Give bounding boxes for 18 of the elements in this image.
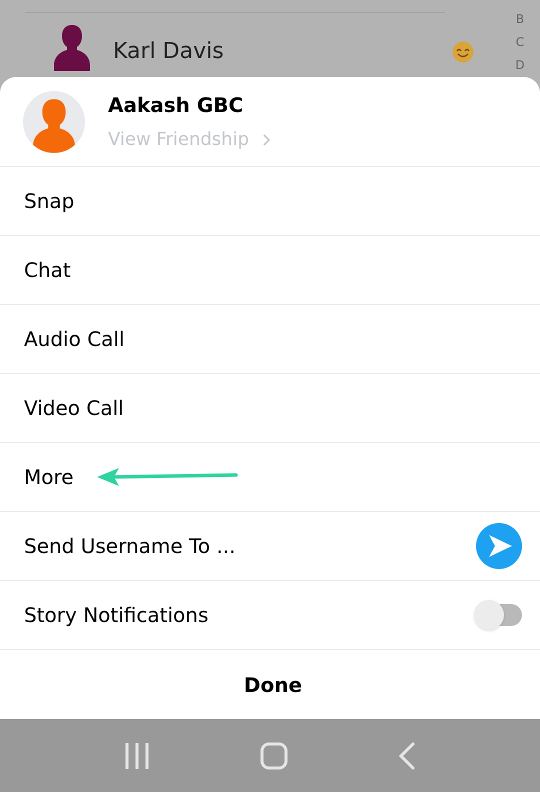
menu-item[interactable]: Video Call [24, 393, 124, 423]
person-icon [33, 98, 75, 152]
profile-name: Aakash GBC [108, 92, 244, 119]
menu-item[interactable]: Audio Call [24, 324, 125, 354]
recent-apps-icon[interactable] [125, 742, 150, 768]
chevron-icon [263, 134, 270, 146]
home-icon[interactable] [260, 742, 288, 770]
menu-item[interactable]: Chat [24, 255, 71, 285]
menu-item[interactable]: Story Notifications [24, 600, 208, 630]
menu-item[interactable]: More [24, 462, 74, 492]
back-icon[interactable] [398, 742, 415, 770]
menu-item[interactable]: Send Username To ... [24, 531, 236, 561]
contact-name: Karl Davis [113, 38, 224, 66]
avatar-icon [54, 25, 90, 71]
menu-item[interactable]: Snap [24, 186, 74, 216]
done-button[interactable]: Done [244, 670, 302, 700]
smiley-icon [452, 41, 474, 63]
send-button[interactable] [476, 523, 522, 569]
